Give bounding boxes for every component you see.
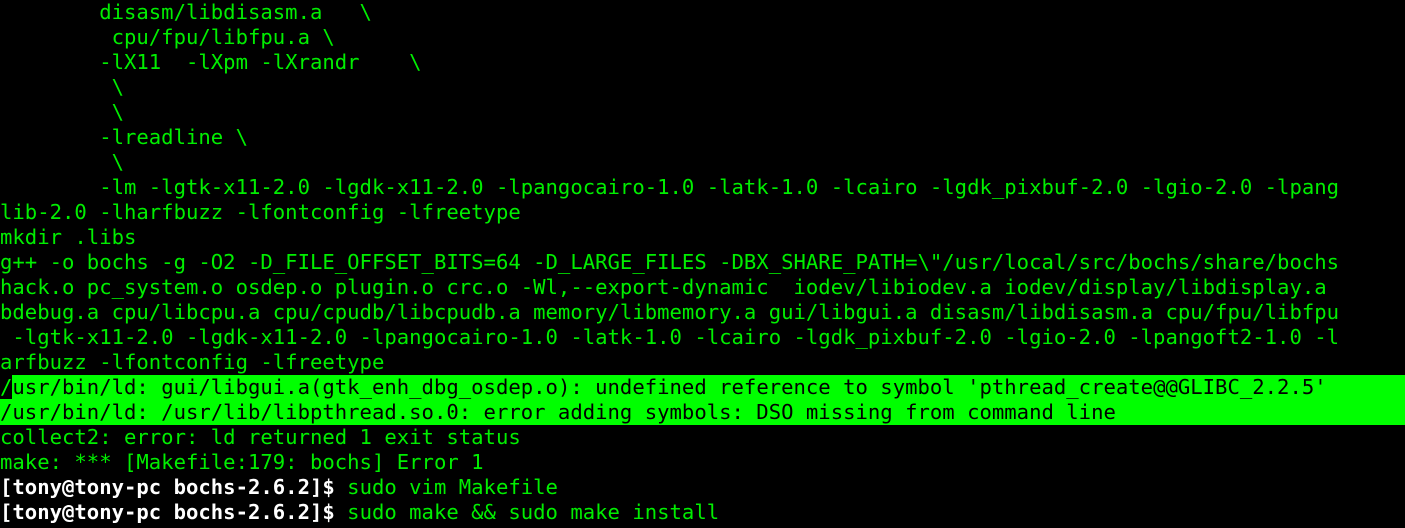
output-line: arfbuzz -lfontconfig -lfreetype [0,350,385,374]
output-line: cpu/fpu/libfpu.a \ [0,25,335,49]
output-line: bdebug.a cpu/libcpu.a cpu/cpudb/libcpudb… [0,300,1340,324]
command-text: sudo vim Makefile [334,475,558,499]
output-line: -lreadline \ [0,125,248,149]
output-line: -lgtk-x11-2.0 -lgdk-x11-2.0 -lpangocairo… [0,325,1340,349]
command-input[interactable]: sudo make && sudo make install [335,500,719,524]
terminal-window[interactable]: disasm/libdisasm.a \ cpu/fpu/libfpu.a \ … [0,0,1405,528]
output-line: lib-2.0 -lharfbuzz -lfontconfig -lfreety… [0,200,521,224]
output-line: -lX11 -lXpm -lXrandr \ [0,50,422,74]
error-text: usr/bin/ld: gui/libgui.a(gtk_enh_dbg_osd… [12,375,1327,399]
selected-error-line[interactable]: /usr/bin/ld: /usr/lib/libpthread.so.0: e… [0,400,1405,425]
output-line: collect2: error: ld returned 1 exit stat… [0,425,521,449]
terminal-output: disasm/libdisasm.a \ cpu/fpu/libfpu.a \ … [0,0,1405,525]
output-line: \ [0,75,124,99]
output-line: disasm/libdisasm.a \ [0,0,372,24]
output-line: -lm -lgtk-x11-2.0 -lgdk-x11-2.0 -lpangoc… [0,175,1340,199]
selection-start-char: / [0,375,13,399]
output-line: hack.o pc_system.o osdep.o plugin.o crc.… [0,275,1327,299]
output-line: \ [0,150,124,174]
shell-prompt: [tony@tony-pc bochs-2.6.2]$ [0,500,335,524]
shell-prompt: [tony@tony-pc bochs-2.6.2]$ [0,475,335,499]
prompt-line[interactable]: [tony@tony-pc bochs-2.6.2]$ sudo make &&… [0,500,1405,525]
output-line: g++ -o bochs -g -O2 -D_FILE_OFFSET_BITS=… [0,250,1340,274]
prompt-line: [tony@tony-pc bochs-2.6.2]$ sudo vim Mak… [0,475,1405,500]
output-line: \ [0,100,124,124]
output-line: make: *** [Makefile:179: bochs] Error 1 [0,450,484,474]
selected-error-line[interactable]: /usr/bin/ld: gui/libgui.a(gtk_enh_dbg_os… [0,375,1405,400]
output-line: mkdir .libs [0,225,137,249]
